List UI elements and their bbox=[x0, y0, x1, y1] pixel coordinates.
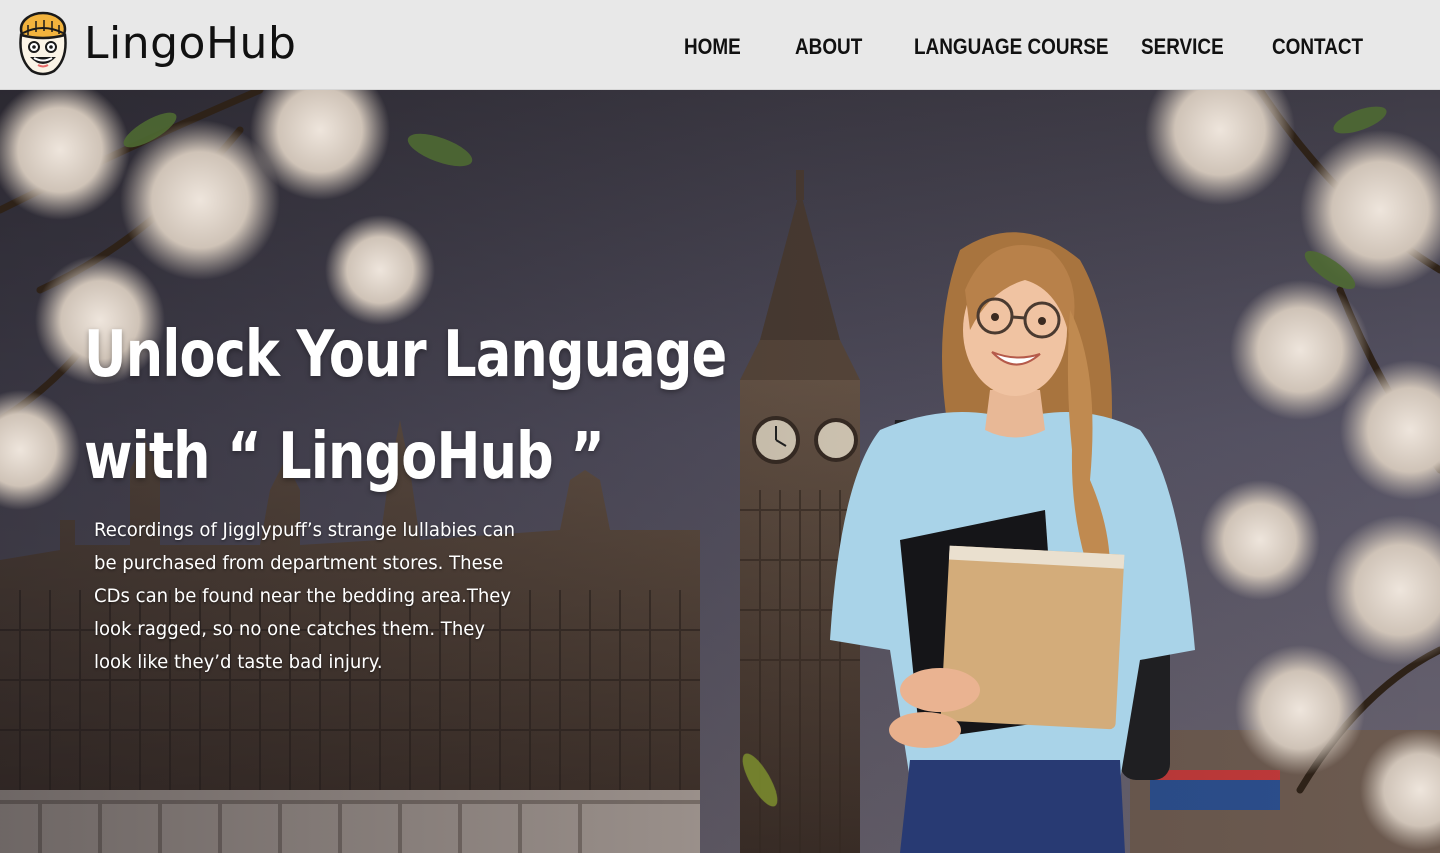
nav-language-course[interactable]: LANGUAGE COURSE bbox=[914, 31, 1108, 63]
hero-title: Unlock Your Language with “ LingoHub ” bbox=[84, 304, 727, 508]
hero-description-line: be purchased from department stores. The… bbox=[94, 552, 504, 574]
nav-service[interactable]: SERVICE bbox=[1141, 31, 1224, 63]
student-with-books-image bbox=[830, 232, 1195, 853]
hero-description-line: look ragged, so no one catches them. The… bbox=[94, 618, 486, 640]
site-header: LingoHub HOME ABOUT LANGUAGE COURSE SERV… bbox=[0, 0, 1440, 90]
nav-home[interactable]: HOME bbox=[684, 31, 741, 63]
hero-description: Recordings of Jigglypuff’s strange lulla… bbox=[94, 514, 564, 679]
hero-title-line-2: with “ LingoHub ” bbox=[84, 420, 605, 494]
hero-section: Unlock Your Language with “ LingoHub ” R… bbox=[0, 90, 1440, 853]
main-nav: HOME ABOUT LANGUAGE COURSE SERVICE CONTA… bbox=[684, 31, 1363, 63]
hero-title-line-1: Unlock Your Language bbox=[84, 318, 727, 392]
hero-description-line: Recordings of Jigglypuff’s strange lulla… bbox=[94, 519, 516, 541]
hero-description-line: look like they’d taste bad injury. bbox=[94, 651, 383, 673]
smiling-face-beanie-icon bbox=[19, 11, 67, 76]
hero-description-line: CDs can be found near the bedding area.T… bbox=[94, 585, 512, 607]
nav-contact[interactable]: CONTACT bbox=[1272, 31, 1363, 63]
nav-about[interactable]: ABOUT bbox=[795, 31, 862, 63]
brand-name: LingoHub bbox=[84, 18, 297, 69]
brand-logo[interactable]: LingoHub bbox=[14, 11, 296, 77]
